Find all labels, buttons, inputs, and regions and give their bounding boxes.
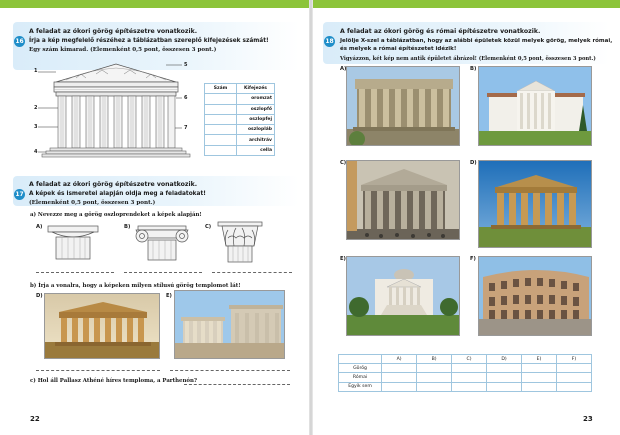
task-17-points: (Elemenként 0,5 pont, összesen 3 pont.) xyxy=(29,200,156,206)
grid-col-header: E) xyxy=(521,353,557,365)
task-17-header: A feladat az ókori görög építészetre von… xyxy=(29,181,198,188)
task-18-header: A feladat az ókori görög és római építés… xyxy=(340,28,541,35)
task-18-number-badge: 18 xyxy=(324,36,335,47)
grid-answer-cell[interactable] xyxy=(556,363,592,374)
grid-corner xyxy=(337,353,383,365)
question-b: b) Írja a vonalra, hogy a képeken milyen… xyxy=(30,283,241,289)
grid-answer-cell[interactable] xyxy=(521,363,557,374)
terms-table: Szám Kifejezés oromzat oszlopfő oszlopfe… xyxy=(204,82,275,157)
grid-row-header: Egyik sem xyxy=(337,381,383,392)
answer-cell[interactable] xyxy=(204,134,237,146)
building-photo-f xyxy=(478,256,592,336)
grid-answer-cell[interactable] xyxy=(451,363,488,374)
grid-answer-cell[interactable] xyxy=(416,381,453,392)
term-cell: architráv xyxy=(236,134,275,146)
answer-cell[interactable] xyxy=(204,144,237,157)
callout-5: 5 xyxy=(184,62,188,68)
grid-row-header: Római xyxy=(337,372,383,383)
callout-6: 6 xyxy=(184,95,188,101)
callout-1: 1 xyxy=(34,68,38,74)
grid-answer-cell[interactable] xyxy=(381,372,418,383)
callout-7: 7 xyxy=(184,125,188,131)
grid-answer-cell[interactable] xyxy=(381,363,418,374)
grid-answer-cell[interactable] xyxy=(416,372,453,383)
task-18-instruction-2: és melyek a római építészetet idézik! xyxy=(340,46,457,52)
answer-line-b[interactable] xyxy=(124,272,202,273)
grid-answer-cell[interactable] xyxy=(521,381,557,392)
corinthian-capital-drawing xyxy=(217,221,263,263)
capital-label-a: A) xyxy=(36,224,43,230)
task-16-header: A feladat az ókori görög építészetre von… xyxy=(29,28,198,35)
photo-label-d-right: D) xyxy=(470,160,477,166)
grid-col-header: A) xyxy=(381,353,418,365)
building-photo-d xyxy=(478,160,592,248)
answer-cell[interactable] xyxy=(204,124,237,136)
grid-answer-cell[interactable] xyxy=(381,381,418,392)
grid-row-header: Görög xyxy=(337,363,383,374)
answer-line-c[interactable] xyxy=(212,272,292,273)
grid-answer-cell[interactable] xyxy=(486,363,523,374)
question-c: c) Hol áll Pallasz Athéné híres temploma… xyxy=(30,378,198,384)
top-accent-bar-left xyxy=(0,0,309,8)
capital-label-b: B) xyxy=(124,224,131,230)
classification-table: A) B) C) D) E) F) Görög Római Egyik sem xyxy=(337,353,592,392)
building-photo-a xyxy=(346,66,460,146)
photo-label-f: F) xyxy=(470,256,476,262)
building-photo-b xyxy=(478,66,592,146)
term-cell: cella xyxy=(236,144,275,157)
top-accent-bar-right xyxy=(313,0,620,8)
term-cell: oszlopfej xyxy=(236,113,275,126)
callout-3: 3 xyxy=(34,124,38,130)
ionic-capital-drawing xyxy=(135,225,189,261)
grid-answer-cell[interactable] xyxy=(486,381,523,392)
task-18-note: Vigyázzon, két kép nem antik épületet áb… xyxy=(340,56,596,62)
task-18-instruction: Jelölje X-szel a táblázatban, hogy az al… xyxy=(340,38,613,44)
answer-line-question-c[interactable] xyxy=(184,384,290,385)
grid-answer-cell[interactable] xyxy=(556,381,592,392)
grid-answer-cell[interactable] xyxy=(556,372,592,383)
greek-temple-diagram xyxy=(38,63,191,158)
capital-label-c: C) xyxy=(205,224,212,230)
photo-label-d: D) xyxy=(36,293,43,299)
terms-header-number: Szám xyxy=(204,82,237,95)
grid-answer-cell[interactable] xyxy=(451,381,488,392)
temple-photo-e xyxy=(174,290,285,359)
grid-col-header: F) xyxy=(556,353,592,365)
photo-label-e: E) xyxy=(166,293,172,299)
grid-answer-cell[interactable] xyxy=(451,372,488,383)
task-17-number-badge: 17 xyxy=(14,189,25,200)
term-cell: oromzat xyxy=(236,93,275,105)
page-number-right: 23 xyxy=(583,415,593,423)
photo-label-b: B) xyxy=(470,66,477,72)
grid-col-header: C) xyxy=(451,353,488,365)
terms-header-term: Kifejezés xyxy=(236,82,275,95)
term-cell: oszlopfő xyxy=(236,103,275,115)
answer-line-d[interactable] xyxy=(36,370,160,371)
answer-cell[interactable] xyxy=(204,103,237,115)
task-16-number-badge: 16 xyxy=(14,36,25,47)
answer-cell[interactable] xyxy=(204,93,237,105)
task-16-instruction: Írja a kép megfelelő részéhez a táblázat… xyxy=(29,38,269,44)
grid-answer-cell[interactable] xyxy=(521,372,557,383)
term-cell: oszlopláb xyxy=(236,124,275,136)
callout-2: 2 xyxy=(34,105,38,111)
doric-capital-drawing xyxy=(47,225,99,260)
question-a: a) Nevezze meg a görög oszloprendeket a … xyxy=(30,212,202,218)
callout-4: 4 xyxy=(34,149,38,155)
grid-col-header: D) xyxy=(486,353,523,365)
grid-answer-cell[interactable] xyxy=(486,372,523,383)
answer-line-a[interactable] xyxy=(36,272,114,273)
grid-col-header: B) xyxy=(416,353,453,365)
answer-line-e[interactable] xyxy=(170,370,290,371)
task-16-points: Egy szám kimarad. (Elemenként 0,5 pont, … xyxy=(29,47,217,53)
grid-answer-cell[interactable] xyxy=(416,363,453,374)
answer-cell[interactable] xyxy=(204,113,237,126)
building-photo-e xyxy=(346,256,460,336)
building-photo-c xyxy=(346,160,460,240)
book-spine xyxy=(309,0,313,435)
page-number-left: 22 xyxy=(30,415,40,423)
task-17-instruction: A képek és ismeretei alapján oldja meg a… xyxy=(29,191,206,197)
temple-photo-d xyxy=(44,293,160,359)
